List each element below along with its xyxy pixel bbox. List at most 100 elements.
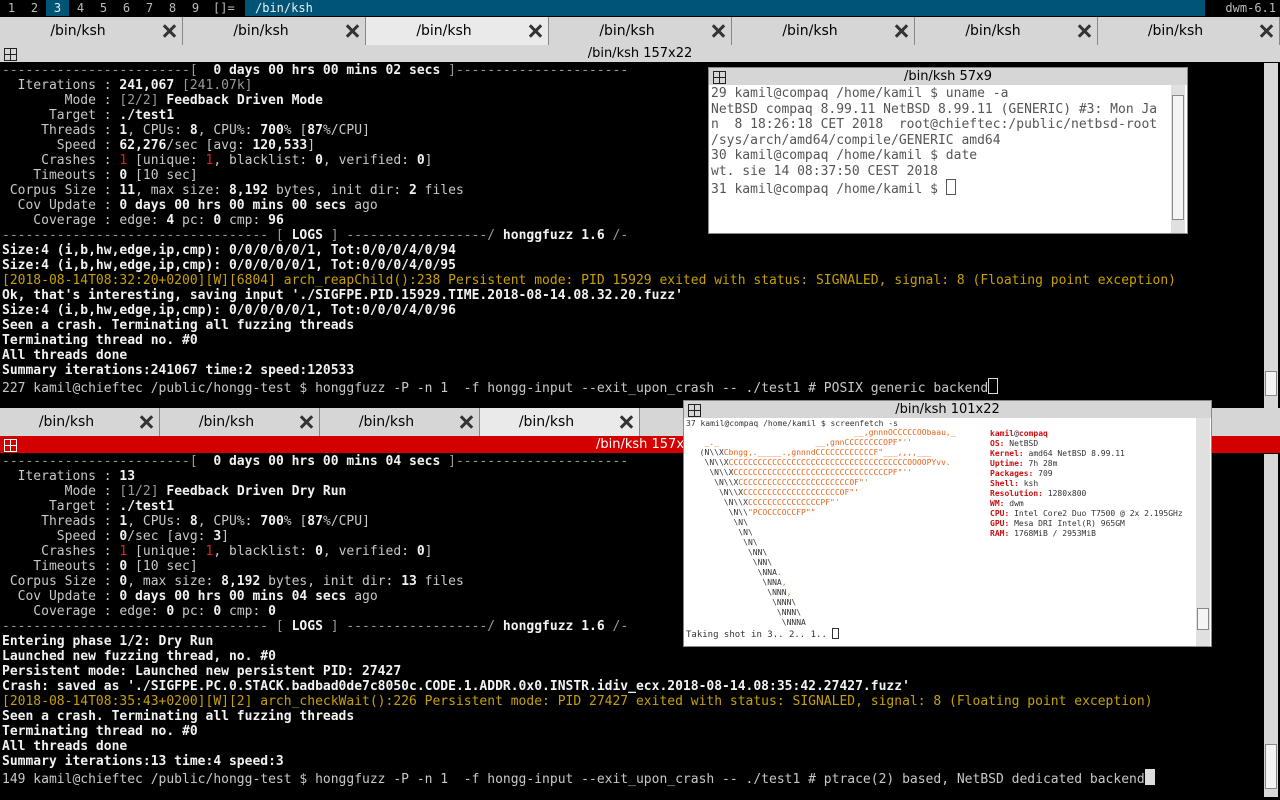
logo-line: \NNN\ [776,608,802,617]
logo-line: (N\\XCbngg,._____.,gnnndCCCCCCCCCCCCF"__… [699,448,932,457]
close-icon[interactable] [345,24,359,38]
close-icon[interactable] [459,415,473,429]
tag-8[interactable]: 8 [161,0,184,16]
terminal-line: Crash: saved as './SIGFPE.PC.0.STACK.bad… [2,679,910,694]
logo-line: _._ __,gnnCCCCCCCCOPF"'' [704,438,913,447]
floating-terminal-screenfetch[interactable]: /bin/ksh 101x22 37 kamil@compaq /home/ka… [683,400,1212,647]
layout-symbol[interactable]: []= [213,0,243,16]
logo-line: __,gnnnOCCCCCOObaau,_ [854,428,956,437]
info-row: CPU: Intel Core2 Duo T7500 @ 2x 2.195GHz [990,509,1183,518]
footer-text: Taking shot in 3.. 2.. 1.. [686,630,833,640]
tab-label: /bin/ksh [1147,23,1204,39]
tab-2[interactable]: /bin/ksh [160,408,320,437]
bottom-scrollbar[interactable] [1264,454,1278,797]
info-row: Kernel: amd64 NetBSD 8.99.11 [990,449,1125,458]
text-cursor [988,378,999,394]
tab-4[interactable]: /bin/ksh [549,17,732,46]
tab-4[interactable]: /bin/ksh [480,408,640,437]
terminal-line: Seen a crash. Terminating all fuzzing th… [2,709,355,724]
close-icon[interactable] [299,415,313,429]
top-scrollbar[interactable] [1264,63,1278,408]
info-row: OS: NetBSD [990,439,1039,448]
info-row: Packages: 709 [990,469,1053,478]
close-icon[interactable] [162,24,176,38]
close-icon[interactable] [711,24,725,38]
tag-7[interactable]: 7 [138,0,161,16]
floating-terminal-uname[interactable]: /bin/ksh 57x9 29 kamil@compaq /home/kami… [708,67,1188,234]
terminal-line: Size:4 (i,b,hw,edge,ip,cmp): 0/0/0/0/0/1… [2,303,456,318]
terminal-line: 29 kamil@compaq /home/kamil $ uname -a [711,86,1009,101]
logo-line: \NN\ [747,548,768,557]
scrollbar-thumb[interactable] [1265,371,1277,396]
info-row: Uptime: 7h 28m [990,459,1058,468]
bar-window-title: /bin/ksh [245,0,1205,16]
tag-1[interactable]: 1 [0,0,23,16]
screenfetch-prompt: 37 kamil@compaq /home/kamil $ screenfetc… [686,419,898,428]
window-menu-icon[interactable] [688,404,701,417]
close-icon[interactable] [139,415,153,429]
tab-2[interactable]: /bin/ksh [183,17,366,46]
top-window-title: /bin/ksh 157x22 [587,46,693,61]
close-icon[interactable] [528,24,542,38]
close-icon[interactable] [1077,24,1091,38]
terminal-line: Launched new fuzzing thread, no. #0 [2,649,276,664]
tab-3[interactable]: /bin/ksh [366,17,549,46]
floating-scrollbar[interactable] [1196,418,1210,646]
terminal-line: 149 kamil@chieftec /public/hongg-test $ … [2,769,1264,787]
close-icon[interactable] [894,24,908,38]
floating-window-title: /bin/ksh 101x22 [895,402,1000,417]
tab-3[interactable]: /bin/ksh [320,408,480,437]
tab-label: /bin/ksh [50,23,106,39]
close-icon[interactable] [1259,24,1273,38]
logo-line: \N\\"PCOCCCOCCFP"" [728,508,816,517]
tab-5[interactable]: /bin/ksh [732,17,915,46]
dwm-bar: 123456789 []= /bin/ksh dwm-6.1 [0,0,1280,16]
system-info: kamil@compaq OS: NetBSD Kernel: amd64 NetB… [990,429,1183,539]
tag-2[interactable]: 2 [23,0,46,16]
tab-label: /bin/ksh [599,23,655,39]
scrollbar-thumb[interactable] [1197,608,1209,630]
terminal-line: wt. sie 14 08:37:50 CEST 2018 [711,163,938,179]
uname-terminal-text[interactable]: 29 kamil@compaq /home/kamil $ uname -a Ne… [711,86,1171,198]
logo-line: \NNNA [781,618,806,627]
tag-4[interactable]: 4 [69,0,92,16]
floating-scrollbar[interactable] [1171,85,1185,233]
scrollbar-thumb[interactable] [1265,744,1277,789]
scrollbar-thumb[interactable] [1172,95,1184,220]
tag-5[interactable]: 5 [92,0,115,16]
text-cursor [832,628,840,639]
terminal-line: /sys/arch/amd64/compile/GENERIC amd64 [711,132,1001,148]
info-row: Shell: ksh [990,479,1039,488]
terminal-line: [2018-08-14T08:32:20+0200][W][6804] arch… [2,273,1176,288]
terminal-line: 227 kamil@chieftec /public/hongg-test $ … [2,378,1264,396]
terminal-line: NetBSD compaq 8.99.11 NetBSD 8.99.11 (GE… [711,101,1158,117]
bar-status-text: dwm-6.1 [1225,1,1276,15]
terminal-line: Terminating thread no. #0 [2,333,198,348]
tab-label: /bin/ksh [358,414,415,430]
logo-line: \NNA, [762,578,787,587]
tag-9[interactable]: 9 [184,0,207,16]
logo-line: \N\ [743,538,758,547]
tab-7[interactable]: /bin/ksh [1098,17,1280,46]
info-row: RAM: 1768MiB / 2953MiB [990,529,1096,538]
tag-3[interactable]: 3 [46,0,69,16]
close-icon[interactable] [619,415,633,429]
tab-1[interactable]: /bin/ksh [0,17,183,46]
terminal-line: Persistent mode: Launched new persistent… [2,664,402,679]
logo-line: \N\\XCCCCCCCCCCCCCCCCCCCCCCCCCCCCCCCCPF"… [709,468,913,477]
logo-line: \NNN\ [772,598,797,607]
terminal-line: n 8 18:26:18 CET 2018 root@chieftec:/pub… [711,117,1158,132]
logo-line: \NN\ [752,558,773,567]
tab-6[interactable]: /bin/ksh [915,17,1098,46]
tag-6[interactable]: 6 [115,0,138,16]
tab-label: /bin/ksh [233,23,289,39]
floating-title-bar[interactable]: /bin/ksh 57x9 [709,68,1187,85]
floating-title-bar[interactable]: /bin/ksh 101x22 [684,401,1211,418]
tab-1[interactable]: /bin/ksh [0,408,160,437]
logo-line: \N\\XCCCCCCCCCCCCCCCCCCCCCCCOF"' [714,478,869,487]
logo-line: \NNA. [757,568,782,577]
terminal-line: Summary iterations:241067 time:2 speed:1… [2,363,355,378]
top-title-strip: /bin/ksh 157x22 [0,45,1280,62]
terminal-line: All threads done [2,739,128,754]
window-menu-icon[interactable] [713,71,726,84]
